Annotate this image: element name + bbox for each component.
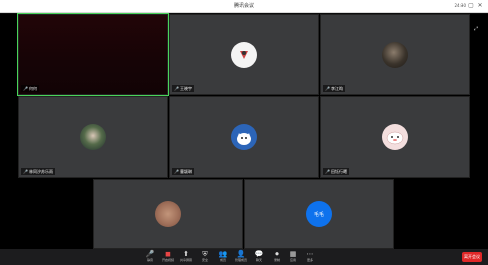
video-button[interactable]: ◼ 开启视频 [160,250,176,264]
logo-icon [240,50,248,59]
participant-nametag: 🎤 田钰行曦 [323,168,349,175]
close-icon[interactable]: ✕ [476,2,484,10]
avatar [231,41,257,68]
cartoon-icon [386,131,404,145]
participant-nametag: 🎤 王晓宇 [172,85,194,92]
microphone-icon: 🎤 [23,86,28,91]
manage-participants-button[interactable]: 👤 管理成员 [233,250,249,264]
security-icon: ⛨ [202,250,208,258]
maximize-icon[interactable]: ▢ [467,2,475,10]
participant-tile[interactable] [93,179,243,249]
participant-nametag: 🎤 曹颖琳 [172,168,194,175]
microphone-icon: 🎤 [174,86,179,91]
more-button[interactable]: ⋯ 更多 [302,250,318,264]
chat-button[interactable]: 💬 聊天 [251,250,267,264]
avatar [231,124,257,150]
record-icon: ⏺ [275,250,279,258]
participant-tile[interactable]: 🎤 何何 [17,13,169,96]
participant-tile[interactable]: 🎤 王晓宇 [169,14,319,95]
record-button[interactable]: ⏺ 录制 [269,250,285,264]
avatar [80,124,106,150]
mute-button[interactable]: 🎤 静音 [142,250,158,264]
meeting-window: 腾讯会议 24:30 – ▢ ✕ 宫格视图 ▦ ⤢ 🎤 何何 � [0,0,488,265]
leave-meeting-button[interactable]: 离开会议 [462,252,482,262]
participant-tile[interactable]: 🎤 田钰行曦 [320,96,470,178]
manage-icon: 👤 [236,250,246,258]
microphone-icon: 🎤 [145,250,155,258]
participant-nametag: 🎤 李江昀 [323,85,345,92]
meeting-toolbar: 🎤 静音 ◼ 开启视频 ⬆ 共享屏幕 ⛨ 安全 👥 成员 👤 管理成员 💬 聊天… [0,249,488,265]
cartoon-icon [237,133,251,145]
avatar [155,201,181,227]
window-title: 腾讯会议 [233,3,254,9]
participant-tile[interactable]: 🎤 李江昀 [320,14,470,95]
participants-button[interactable]: 👥 成员 [215,250,231,264]
microphone-off-icon: 🎤 [325,169,330,174]
apps-icon: ▦ [289,250,297,258]
video-grid: 宫格视图 ▦ ⤢ 🎤 何何 🎤 王晓宇 🎤 [0,13,488,249]
participant-tile[interactable]: 毛毛 [244,179,394,249]
microphone-icon: 🎤 [23,169,28,174]
avatar [382,41,408,68]
camera-icon: ◼ [165,250,171,258]
title-bar: 腾讯会议 24:30 – ▢ ✕ [0,0,488,13]
security-button[interactable]: ⛨ 安全 [197,250,213,264]
microphone-icon: 🎤 [325,86,330,91]
apps-button[interactable]: ▦ 应用 [285,250,301,264]
participant-nametag: 🎤 林同汐苏乐雨 [21,168,55,175]
minimize-icon[interactable]: – [458,2,466,10]
participant-nametag: 🎤 何何 [21,85,39,92]
microphone-icon: 🎤 [174,169,179,174]
share-screen-button[interactable]: ⬆ 共享屏幕 [178,250,194,264]
participant-tile[interactable]: 🎤 林同汐苏乐雨 [18,96,168,178]
avatar [382,124,408,150]
participant-tile[interactable]: 🎤 曹颖琳 [169,96,319,178]
share-screen-icon: ⬆ [183,250,189,258]
chat-icon: 💬 [254,250,264,258]
avatar: 毛毛 [306,201,332,227]
participants-icon: 👥 [218,250,228,258]
fullscreen-icon[interactable]: ⤢ [474,26,478,32]
more-icon: ⋯ [306,250,314,258]
